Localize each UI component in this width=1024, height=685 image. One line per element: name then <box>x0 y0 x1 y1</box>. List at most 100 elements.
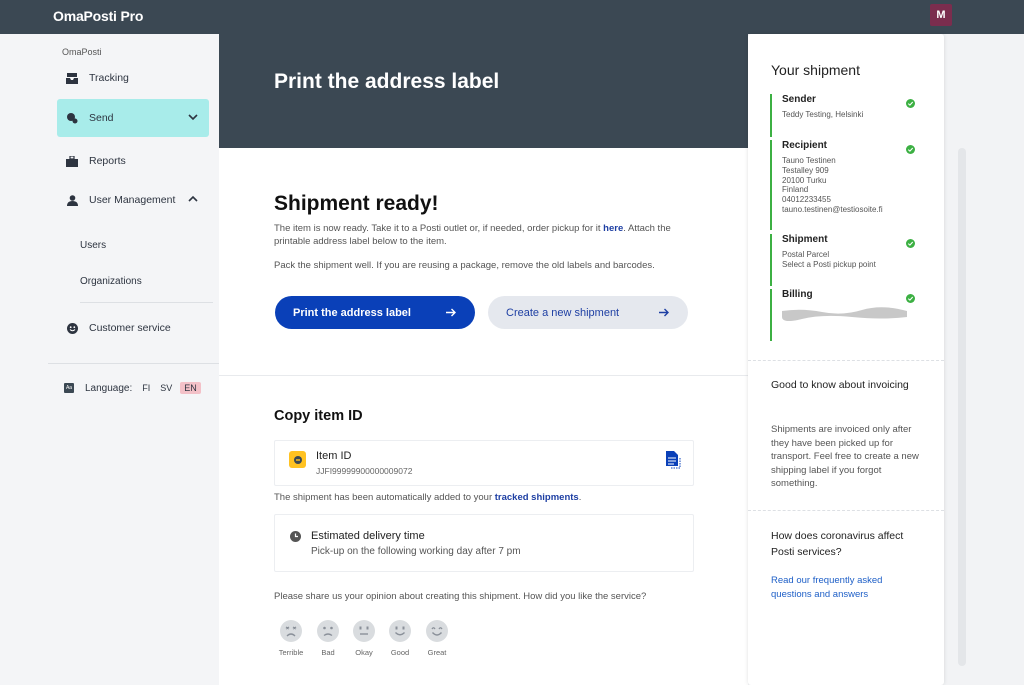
step-title: Sender <box>782 94 816 105</box>
divider <box>219 375 748 376</box>
sidebar-item-tracking[interactable]: Tracking <box>57 59 209 97</box>
page-title: Print the address label <box>274 70 500 93</box>
face-bad-icon <box>317 620 339 642</box>
step-details: Teddy Testing, Helsinki <box>782 110 863 120</box>
copy-item-id-title: Copy item ID <box>274 408 363 424</box>
step-sender[interactable]: Sender Teddy Testing, Helsinki <box>770 94 922 137</box>
sidebar-item-user-management[interactable]: User Management <box>57 181 209 219</box>
sidebar-item-organizations[interactable]: Organizations <box>80 276 142 287</box>
scrollbar[interactable] <box>958 148 966 666</box>
order-pickup-link[interactable]: here <box>603 223 623 234</box>
item-id-value[interactable]: JJFI99999900000009072 <box>316 466 412 476</box>
sidebar-item-customer-service[interactable]: Customer service <box>57 309 209 347</box>
briefcase-icon <box>66 155 78 167</box>
sidebar-section-label: OmaPosti <box>62 47 102 57</box>
avatar[interactable]: M <box>930 4 952 26</box>
language-label: Language: <box>85 382 133 394</box>
ready-text: The item is now ready. Take it to a Post… <box>274 223 604 234</box>
note-text: The shipment has been automatically adde… <box>274 492 495 503</box>
language-selector: Aa Language: FI SV EN <box>64 382 201 394</box>
detail-line: 04012233455 <box>782 195 831 205</box>
check-icon <box>906 95 915 108</box>
shipment-summary-panel: Your shipment Sender Teddy Testing, Hels… <box>748 34 944 685</box>
detail-line: tauno.testinen@testiosoite.fi <box>782 204 883 214</box>
send-parcel-icon <box>66 112 78 124</box>
divider <box>748 360 944 361</box>
item-id-label: Item ID <box>316 450 352 462</box>
button-label: Create a new shipment <box>506 306 620 319</box>
language-option-fi[interactable]: FI <box>142 383 150 393</box>
check-icon <box>906 141 915 154</box>
divider <box>48 363 219 364</box>
button-label: Print the address label <box>293 306 411 319</box>
shipment-ready-title: Shipment ready! <box>274 192 439 215</box>
step-recipient[interactable]: Recipient Tauno Testinen Testalley 909 2… <box>770 140 922 230</box>
main-content: Shipment ready! The item is now ready. T… <box>219 148 748 685</box>
tracked-shipments-link[interactable]: tracked shipments <box>495 492 579 503</box>
rating-bad[interactable]: Bad <box>308 620 348 657</box>
sidebar-item-label: Customer service <box>89 322 171 334</box>
rating-great[interactable]: Great <box>417 620 457 657</box>
rating-label: Okay <box>355 648 373 657</box>
detail-line: Select a Posti pickup point <box>782 259 876 269</box>
invoicing-title: Good to know about invoicing <box>771 379 909 391</box>
feedback-prompt: Please share us your opinion about creat… <box>274 591 647 602</box>
arrow-right-icon <box>445 307 457 318</box>
rating-good[interactable]: Good <box>380 620 420 657</box>
brand-logo[interactable]: OmaPosti Pro <box>53 8 143 24</box>
step-shipment[interactable]: Shipment Postal Parcel Select a Posti pi… <box>770 234 922 286</box>
sidebar-item-reports[interactable]: Reports <box>57 142 209 180</box>
print-address-label-button[interactable]: Print the address label <box>275 296 475 329</box>
detail-line: Tauno Testinen <box>782 156 836 165</box>
detail-line: Postal Parcel <box>782 250 830 259</box>
clock-icon <box>290 529 301 542</box>
page-scroll-area <box>957 34 1024 685</box>
language-icon: Aa <box>64 383 74 393</box>
face-great-icon <box>426 620 448 642</box>
chevron-down-icon[interactable] <box>187 111 199 123</box>
posti-parcel-icon <box>289 451 306 468</box>
copy-icon[interactable] <box>665 450 681 470</box>
page-header: Print the address label <box>219 34 748 148</box>
check-icon <box>906 235 915 248</box>
tracking-tray-icon <box>66 72 78 84</box>
face-terrible-icon <box>280 620 302 642</box>
pack-instructions: Pack the shipment well. If you are reusi… <box>274 260 655 271</box>
sidebar-item-send[interactable]: Send <box>57 99 209 137</box>
language-option-sv[interactable]: SV <box>160 383 172 393</box>
sidebar-item-label: User Management <box>89 194 176 206</box>
rating-label: Terrible <box>278 648 304 657</box>
estimated-delivery-text: Pick-up on the following working day aft… <box>311 546 521 557</box>
tracked-shipments-note: The shipment has been automatically adde… <box>274 492 581 503</box>
rating-label: Great <box>427 648 447 657</box>
top-bar: OmaPosti Pro M <box>0 0 1024 34</box>
panel-title: Your shipment <box>771 62 860 78</box>
step-billing[interactable]: Billing <box>770 289 922 341</box>
rating-label: Bad <box>321 648 335 657</box>
invoicing-text: Shipments are invoiced only after they h… <box>771 424 919 489</box>
language-option-en[interactable]: EN <box>180 382 201 394</box>
sidebar-item-label: Tracking <box>89 72 129 84</box>
face-good-icon <box>389 620 411 642</box>
step-title: Billing <box>782 289 813 300</box>
item-id-card: Item ID JJFI99999900000009072 <box>274 440 694 486</box>
estimated-delivery-title: Estimated delivery time <box>311 530 425 542</box>
user-icon <box>66 194 78 206</box>
detail-line: 20100 Turku <box>782 175 827 185</box>
smiley-icon <box>66 322 78 334</box>
rating-terrible[interactable]: Terrible <box>271 620 311 657</box>
sidebar-item-label: Send <box>89 112 114 124</box>
coronavirus-title: How does coronavirus affect Posti servic… <box>771 530 904 558</box>
chevron-up-icon[interactable] <box>187 193 199 205</box>
sidebar-item-users[interactable]: Users <box>80 240 106 251</box>
step-details: Postal Parcel Select a Posti pickup poin… <box>782 250 876 270</box>
face-okay-icon <box>353 620 375 642</box>
rating-label: Good <box>390 648 410 657</box>
detail-line: Teddy Testing, Helsinki <box>782 110 864 119</box>
divider <box>748 510 944 511</box>
rating-okay[interactable]: Okay <box>344 620 384 657</box>
faq-link[interactable]: Read our frequently asked questions and … <box>771 574 921 601</box>
step-title: Recipient <box>782 140 828 151</box>
detail-line: Testalley 909 <box>782 165 829 175</box>
create-new-shipment-button[interactable]: Create a new shipment <box>488 296 688 329</box>
